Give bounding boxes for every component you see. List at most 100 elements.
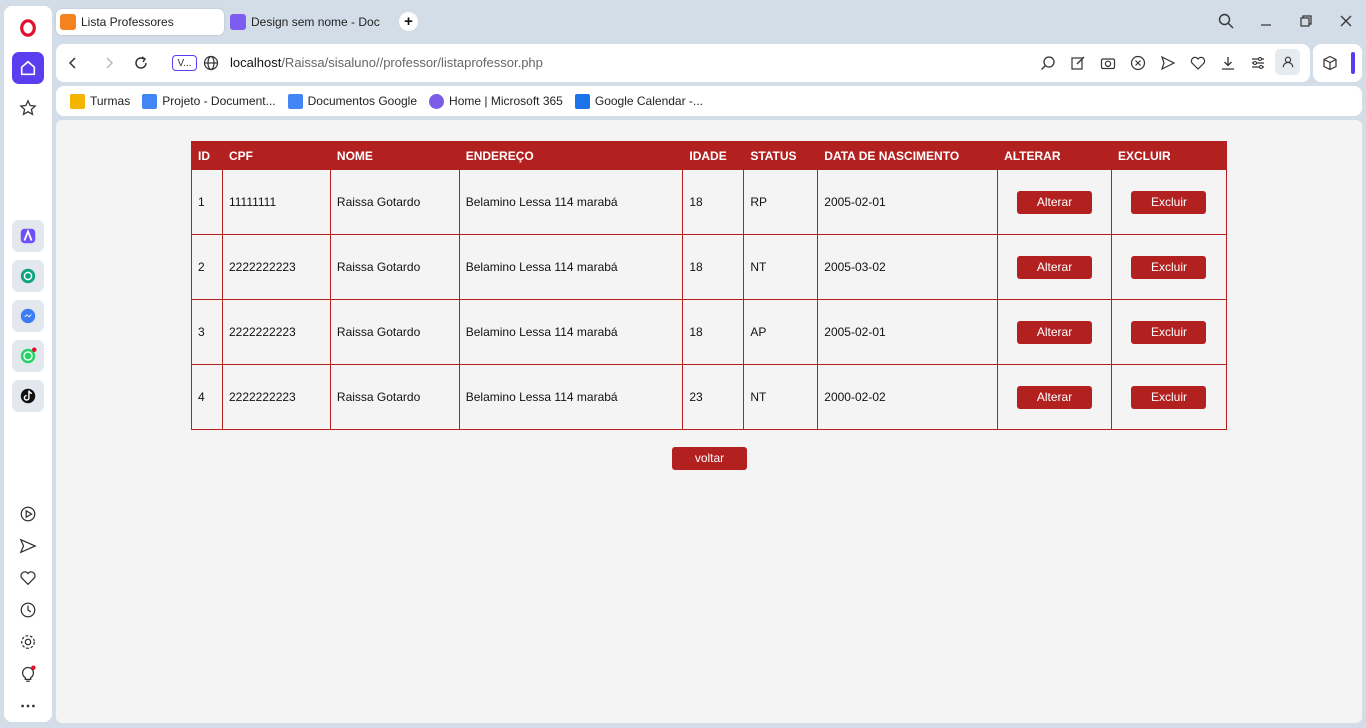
history-icon[interactable] — [12, 594, 44, 626]
alterar-button[interactable]: Alterar — [1017, 320, 1093, 344]
edit-icon[interactable] — [1069, 54, 1087, 72]
canva-favicon-icon — [230, 14, 246, 30]
table-row: 1 11111111 Raissa Gotardo Belamino Lessa… — [191, 169, 1228, 235]
cell-id: 2 — [191, 234, 223, 300]
url-path: /Raissa/sisaluno//professor/listaprofess… — [281, 55, 543, 70]
voltar-button[interactable]: voltar — [672, 447, 747, 470]
browser-sidebar — [4, 6, 52, 722]
tab-lista-professores[interactable]: Lista Professores — [56, 9, 224, 35]
alterar-button[interactable]: Alterar — [1017, 385, 1093, 409]
alterar-button[interactable]: Alterar — [1017, 255, 1093, 279]
player-icon[interactable] — [12, 498, 44, 530]
bookmark-projeto-document[interactable]: Projeto - Document... — [142, 93, 276, 109]
cell-nome: Raissa Gotardo — [329, 169, 460, 235]
cell-endereco: Belamino Lessa 114 marabá — [458, 299, 684, 365]
forward-arrow-icon[interactable] — [100, 54, 118, 72]
reload-icon[interactable] — [132, 54, 150, 72]
header-endereco: ENDEREÇO — [458, 141, 684, 170]
tab-title: Design sem nome - Doc — [251, 15, 380, 29]
table-row: 3 2222222223 Raissa Gotardo Belamino Les… — [191, 299, 1228, 365]
cell-status: NT — [743, 364, 819, 430]
lightbulb-icon[interactable] — [12, 658, 44, 690]
bookmark-label: Projeto - Document... — [162, 94, 276, 108]
excluir-button[interactable]: Excluir — [1131, 255, 1207, 279]
bookmark-turmas[interactable]: Turmas — [70, 93, 131, 109]
cell-nascimento: 2005-02-01 — [817, 299, 999, 365]
excluir-button[interactable]: Excluir — [1131, 320, 1207, 344]
settings-gear-icon[interactable] — [12, 626, 44, 658]
tab-design-sem-nome[interactable]: Design sem nome - Doc — [226, 9, 398, 35]
cell-excluir: Excluir — [1110, 364, 1228, 430]
search-tabs-icon[interactable] — [1213, 10, 1239, 32]
cell-idade: 18 — [682, 234, 745, 300]
cell-cpf: 2222222223 — [221, 299, 331, 365]
header-excluir: EXCLUIR — [1110, 141, 1228, 170]
bookmark-microsoft-365[interactable]: Home | Microsoft 365 — [429, 93, 563, 109]
download-icon[interactable] — [1219, 54, 1237, 72]
vpn-badge[interactable]: V... — [172, 55, 197, 71]
cell-cpf: 11111111 — [221, 169, 331, 235]
url-host: localhost — [230, 55, 282, 70]
bookmark-google-calendar[interactable]: Google Calendar -... — [574, 93, 703, 109]
header-nome: NOME — [329, 141, 460, 170]
excluir-button[interactable]: Excluir — [1131, 385, 1207, 409]
professors-table: ID CPF NOME ENDEREÇO IDADE STATUS DATA D… — [191, 141, 1228, 430]
cell-alterar: Alterar — [997, 299, 1112, 365]
extensions-cube-icon[interactable] — [1322, 55, 1338, 71]
table-row: 2 2222222223 Raissa Gotardo Belamino Les… — [191, 234, 1228, 300]
bookmark-documentos-google[interactable]: Documentos Google — [287, 93, 418, 109]
globe-icon[interactable] — [202, 54, 220, 72]
adblock-icon[interactable] — [1129, 54, 1147, 72]
cell-nome: Raissa Gotardo — [329, 364, 460, 430]
tiktok-icon[interactable] — [12, 380, 44, 412]
page-content: ID CPF NOME ENDEREÇO IDADE STATUS DATA D… — [56, 120, 1362, 723]
profile-avatar-icon[interactable] — [1275, 49, 1300, 75]
cell-status: NT — [743, 234, 819, 300]
excluir-button[interactable]: Excluir — [1131, 190, 1207, 214]
extensions-area — [1313, 44, 1362, 82]
heart-icon[interactable] — [12, 562, 44, 594]
zoom-search-icon[interactable] — [1039, 54, 1057, 72]
address-url[interactable]: localhost/Raissa/sisaluno//professor/lis… — [230, 55, 543, 70]
opera-logo-icon[interactable] — [12, 12, 44, 44]
table-header-row: ID CPF NOME ENDEREÇO IDADE STATUS DATA D… — [191, 141, 1228, 170]
cell-excluir: Excluir — [1110, 169, 1228, 235]
whatsapp-icon[interactable] — [12, 340, 44, 372]
send-icon[interactable] — [12, 530, 44, 562]
classroom-icon — [70, 93, 85, 109]
header-idade: IDADE — [682, 141, 745, 170]
messenger-icon[interactable] — [12, 300, 44, 332]
close-icon[interactable] — [1333, 10, 1359, 32]
new-tab-plus-icon[interactable]: + — [399, 12, 418, 31]
bookmark-label: Documentos Google — [307, 94, 418, 108]
home-icon[interactable] — [12, 52, 44, 84]
back-arrow-icon[interactable] — [64, 54, 82, 72]
camera-icon[interactable] — [1099, 54, 1117, 72]
cell-endereco: Belamino Lessa 114 marabá — [458, 364, 684, 430]
google-docs-icon — [287, 93, 303, 109]
cell-endereco: Belamino Lessa 114 marabá — [458, 169, 684, 235]
aria-app-icon[interactable] — [12, 220, 44, 252]
cell-nascimento: 2005-02-01 — [817, 169, 999, 235]
easy-setup-icon[interactable] — [1249, 54, 1267, 72]
cell-nome: Raissa Gotardo — [329, 299, 460, 365]
restore-icon[interactable] — [1293, 10, 1319, 32]
bookmark-label: Turmas — [90, 94, 131, 108]
cell-nome: Raissa Gotardo — [329, 234, 460, 300]
cell-status: RP — [743, 169, 819, 235]
bookmark-heart-icon[interactable] — [1189, 54, 1207, 72]
star-icon[interactable] — [12, 92, 44, 124]
cell-id: 4 — [191, 364, 223, 430]
header-status: STATUS — [743, 141, 819, 170]
cell-alterar: Alterar — [997, 169, 1112, 235]
more-options-icon[interactable] — [12, 690, 44, 722]
sidebar-accent-bar — [1351, 52, 1355, 74]
chatgpt-icon[interactable] — [12, 260, 44, 292]
minimize-icon[interactable] — [1253, 10, 1279, 32]
google-docs-icon — [142, 93, 158, 109]
bookmark-label: Google Calendar -... — [594, 94, 703, 108]
table-row: 4 2222222223 Raissa Gotardo Belamino Les… — [191, 364, 1228, 430]
alterar-button[interactable]: Alterar — [1017, 190, 1093, 214]
cell-nascimento: 2000-02-02 — [817, 364, 999, 430]
send-tab-icon[interactable] — [1159, 54, 1177, 72]
